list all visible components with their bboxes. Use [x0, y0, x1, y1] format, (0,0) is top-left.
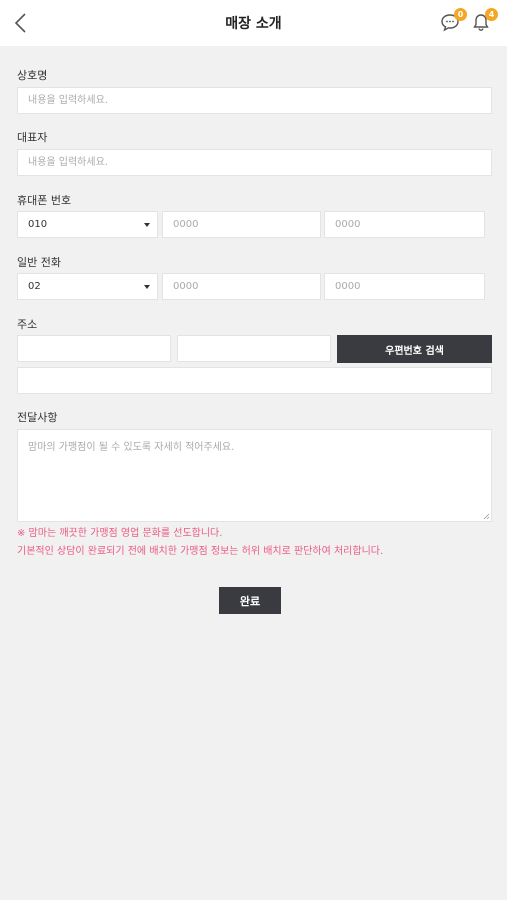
app-header: 매장 소개 0 4 [0, 0, 507, 46]
resize-handle-icon[interactable] [483, 513, 490, 520]
phone-middle-input[interactable] [162, 273, 321, 300]
submit-button[interactable]: 완료 [219, 587, 281, 614]
chat-button[interactable]: 0 [440, 8, 467, 34]
phone-last-input[interactable] [324, 273, 485, 300]
representative-input[interactable] [17, 149, 492, 176]
notice-text-1: ※ 맘마는 깨끗한 가맹점 영업 문화를 선도합니다. [17, 528, 223, 539]
notification-count-badge: 4 [485, 8, 498, 21]
phone-prefix-select[interactable]: 02 [17, 273, 158, 300]
address-input[interactable] [177, 335, 331, 362]
mobile-middle-input[interactable] [162, 211, 321, 238]
mobile-last-input[interactable] [324, 211, 485, 238]
message-label: 전달사항 [17, 411, 58, 424]
phone-prefix-value: 02 [28, 281, 41, 292]
caret-down-icon [144, 222, 150, 227]
page-title: 매장 소개 [225, 16, 282, 32]
message-textarea[interactable] [17, 429, 492, 522]
address-label: 주소 [17, 318, 38, 331]
store-name-input[interactable] [17, 87, 492, 114]
postal-code-input[interactable] [17, 335, 171, 362]
notification-button[interactable]: 4 [471, 8, 498, 34]
store-name-label: 상호명 [17, 69, 48, 82]
caret-down-icon [144, 284, 150, 289]
chat-count-badge: 0 [454, 8, 467, 21]
representative-label: 대표자 [17, 131, 48, 144]
mobile-prefix-value: 010 [28, 219, 48, 230]
notice-text-2: 기본적인 상담이 완료되기 전에 배치한 가맹점 정보는 허위 배치로 판단하여… [17, 546, 384, 557]
address-detail-input[interactable] [17, 367, 492, 394]
mobile-label: 휴대폰 번호 [17, 194, 72, 207]
postal-search-button[interactable]: 우편번호 검색 [337, 335, 492, 363]
mobile-prefix-select[interactable]: 010 [17, 211, 158, 238]
phone-label: 일반 전화 [17, 256, 61, 269]
